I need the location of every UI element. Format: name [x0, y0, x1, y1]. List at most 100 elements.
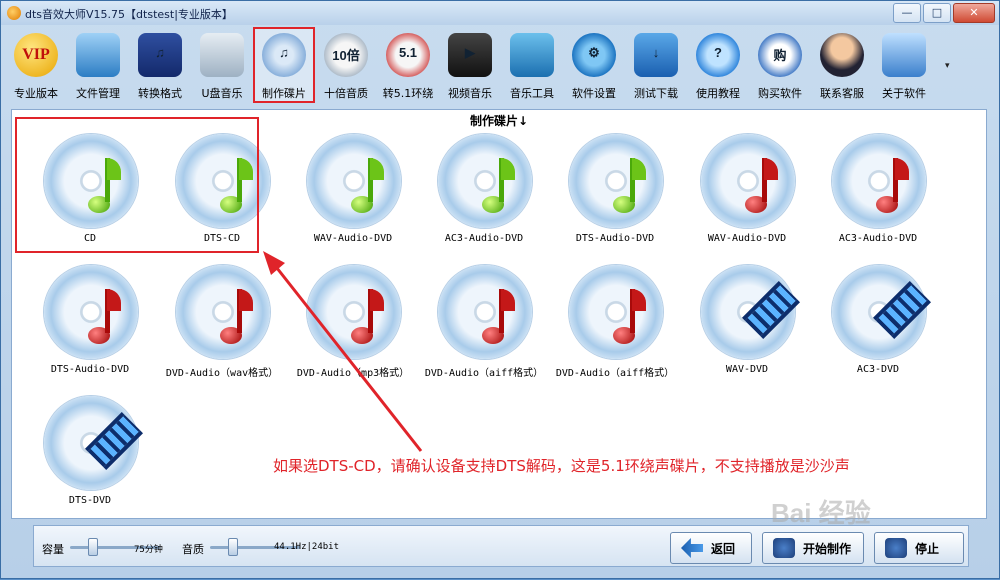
disc-type-label: WAV-Audio-DVD [707, 233, 787, 244]
capacity-slider-thumb[interactable] [88, 538, 98, 556]
back-arrow-icon [681, 538, 703, 558]
toolbar-item[interactable]: VIP 专业版本 [5, 27, 67, 103]
toolbar-item-label: 转5.1环绕 [382, 87, 434, 100]
capacity-label: 容量 [42, 543, 64, 556]
clapper-icon: ▶ [448, 33, 492, 77]
cd-music-icon: ♫ [262, 33, 306, 77]
buy-icon: 购 [758, 33, 802, 77]
toolbar-item[interactable]: ♫ 制作碟片 [253, 27, 315, 103]
vip-icon: VIP [14, 33, 58, 77]
disc-type-label: WAV-Audio-DVD [313, 233, 393, 244]
toolbar-item[interactable]: 5.1 转5.1环绕 [377, 27, 439, 103]
toolbar-item-label: 联系客服 [820, 87, 864, 100]
computer-icon [882, 33, 926, 77]
disc-type-option[interactable]: DVD-Audio（wav格式） [160, 261, 284, 387]
back-button[interactable]: 返回 [670, 532, 752, 564]
toolbar-icon-glyph: ↓ [652, 45, 660, 60]
headset-icon [820, 33, 864, 77]
disc-type-label: AC3-Audio-DVD [444, 233, 524, 244]
disc-type-label: DTS-DVD [68, 495, 112, 506]
toolbar-icon-glyph: 购 [773, 48, 787, 63]
disc-type-label: AC3-DVD [856, 364, 900, 375]
toolbar-item-label: 音乐工具 [510, 87, 554, 100]
music-note-icon [88, 287, 121, 349]
disc-type-label: DVD-Audio（aiff格式） [555, 368, 675, 379]
disc-type-option[interactable]: AC3-DVD [816, 261, 940, 387]
disc-type-option[interactable]: DVD-Audio（mp3格式） [291, 261, 415, 387]
toolbar-item-label: 测试下载 [634, 87, 678, 100]
music-note-icon [351, 287, 384, 349]
disc-type-option[interactable]: DTS-Audio-DVD [28, 261, 152, 387]
disc-type-option[interactable]: WAV-Audio-DVD [685, 130, 809, 256]
disc-type-option[interactable]: DTS-Audio-DVD [553, 130, 677, 256]
disc-type-option[interactable]: DTS-DVD [28, 392, 152, 518]
toolbar-icon-glyph: 5.1 [398, 45, 418, 60]
disc-type-label: DVD-Audio（aiff格式） [424, 368, 544, 379]
disc-type-option[interactable]: DVD-Audio（aiff格式） [553, 261, 677, 387]
toolbar-item-label: 专业版本 [14, 87, 58, 100]
toolbar-icon-glyph: ? [714, 45, 722, 60]
toolbar-item[interactable]: 10倍 十倍音质 [315, 27, 377, 103]
toolbar-icon-glyph: ▶ [465, 45, 475, 60]
maximize-button[interactable]: □ [923, 3, 951, 23]
minimize-button[interactable]: — [893, 3, 921, 23]
app-window: dts音效大师V15.75【dtstest|专业版本】 — □ ✕ VIP 专业版… [0, 0, 1000, 579]
download-icon: ↓ [634, 33, 678, 77]
disc-type-option[interactable]: WAV-Audio-DVD [291, 130, 415, 256]
toolbar-icon-glyph: VIP [22, 46, 50, 63]
gear-icon: ⚙ [572, 33, 616, 77]
app-logo-icon [7, 6, 21, 20]
play-icon [773, 538, 795, 558]
quality-slider-thumb[interactable] [228, 538, 238, 556]
help-icon: ? [696, 33, 740, 77]
toolbar-item-label: 制作碟片 [262, 87, 306, 100]
disc-type-option[interactable]: AC3-Audio-DVD [422, 130, 546, 256]
toolbar-icon-glyph: 10倍 [332, 48, 360, 63]
start-button[interactable]: 开始制作 [762, 532, 864, 564]
toolbar-item[interactable]: 联系客服 [811, 27, 873, 103]
toolbar-item[interactable]: 关于软件 [873, 27, 935, 103]
disc-type-option[interactable]: WAV-DVD [685, 261, 809, 387]
highlight-box [15, 117, 259, 253]
toolbar-item-label: 购买软件 [758, 87, 802, 100]
disc-type-label: AC3-Audio-DVD [838, 233, 918, 244]
disc-type-label: DTS-Audio-DVD [575, 233, 655, 244]
disc-type-label: DVD-Audio（mp3格式） [296, 368, 410, 379]
music-note-icon [745, 156, 778, 218]
toolbar-item-label: 关于软件 [882, 87, 926, 100]
toolbar-item-label: U盘音乐 [201, 87, 243, 100]
music-note-icon [482, 287, 515, 349]
toolbar-item[interactable]: ▶ 视频音乐 [439, 27, 501, 103]
toolbar-dropdown-icon[interactable]: ▾ [945, 61, 950, 71]
disc-type-option[interactable]: DVD-Audio（aiff格式） [422, 261, 546, 387]
toolbar-item[interactable]: 音乐工具 [501, 27, 563, 103]
toolbar-item-label: 软件设置 [572, 87, 616, 100]
quality-label: 音质 [182, 543, 204, 556]
stop-button[interactable]: 停止 [874, 532, 964, 564]
toolbar-item[interactable]: ⚙ 软件设置 [563, 27, 625, 103]
toolbar-item-label: 文件管理 [76, 87, 120, 100]
disc-type-option[interactable]: AC3-Audio-DVD [816, 130, 940, 256]
toolbar-item[interactable]: U盘音乐 [191, 27, 253, 103]
music-note-icon [482, 156, 515, 218]
window-controls: — □ ✕ [893, 3, 995, 23]
music-note-icon [876, 156, 909, 218]
quality-value: 44.1Hz|24bit [274, 542, 340, 552]
toolbar-item-label: 视频音乐 [448, 87, 492, 100]
toolbar-item[interactable]: ↓ 测试下载 [625, 27, 687, 103]
disc-type-label: DTS-Audio-DVD [50, 364, 130, 375]
toolbar-item[interactable]: 购购买软件 [749, 27, 811, 103]
title-bar[interactable]: dts音效大师V15.75【dtstest|专业版本】 — □ ✕ [1, 1, 999, 25]
main-toolbar: VIP 专业版本 文件管理 ♫ 转换格式 U盘音乐 ♫ 制作碟片 10倍 十倍音质 5.1 转5.1环… [5, 27, 995, 105]
back-button-label: 返回 [711, 542, 736, 556]
close-button[interactable]: ✕ [953, 3, 995, 23]
toolbar-icon-glyph: ♫ [279, 45, 289, 60]
toolbar-icon-glyph: ♫ [155, 45, 165, 60]
music-file-icon: ♫ [138, 33, 182, 77]
disc-type-label: WAV-DVD [725, 364, 769, 375]
music-note-icon [613, 156, 646, 218]
toolbar-item[interactable]: ♫ 转换格式 [129, 27, 191, 103]
toolbar-item[interactable]: 文件管理 [67, 27, 129, 103]
music-note-icon [220, 287, 253, 349]
toolbar-item[interactable]: ? 使用教程 [687, 27, 749, 103]
